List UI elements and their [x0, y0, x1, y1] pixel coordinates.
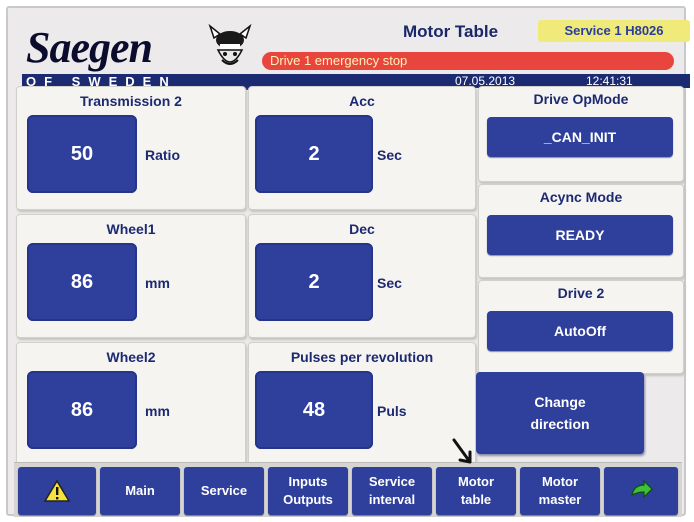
unit-label: mm [145, 403, 170, 419]
motor-table-label-line2: table [460, 492, 492, 507]
panel-transmission2: Transmission 2 50 Ratio [16, 86, 246, 210]
panel-title: Drive OpMode [533, 91, 629, 107]
warning-button[interactable] [18, 467, 96, 515]
panel-wheel1: Wheel1 86 mm [16, 214, 246, 338]
panel-acc: Acc 2 Sec [248, 86, 476, 210]
drive2-button[interactable]: AutoOff [487, 311, 673, 351]
dec-value-field[interactable]: 2 [255, 243, 373, 321]
mouse-pointer-icon [452, 438, 472, 464]
pulses-value-field[interactable]: 48 [255, 371, 373, 449]
unit-label: Sec [377, 147, 402, 163]
acc-value-field[interactable]: 2 [255, 115, 373, 193]
page-title: Motor Table [403, 22, 499, 41]
service-interval-button[interactable]: Service interval [352, 467, 432, 515]
panel-drive2: Drive 2 AutoOff [478, 280, 684, 374]
main-button[interactable]: Main [100, 467, 180, 515]
motor-table-button[interactable]: Motor table [436, 467, 516, 515]
change-direction-label-line2: direction [530, 416, 590, 432]
unit-label: Ratio [145, 147, 180, 163]
inputs-outputs-button[interactable]: Inputs Outputs [268, 467, 348, 515]
unit-label: Sec [377, 275, 402, 291]
panel-title: Wheel1 [106, 221, 156, 237]
drive-opmode-button[interactable]: _CAN_INIT [487, 117, 673, 157]
change-direction-button[interactable]: Change direction [476, 372, 644, 454]
panel-title: Dec [349, 221, 375, 237]
motor-master-label-line2: master [538, 492, 582, 507]
service-interval-label-line2: interval [368, 492, 416, 507]
logo-text: Saegen [26, 23, 153, 72]
panel-title: Pulses per revolution [290, 349, 434, 365]
bottom-toolbar: Main Service Inputs Outputs Service inte… [14, 462, 682, 517]
next-button[interactable] [604, 467, 678, 515]
company-logo: Saegen OF SWEDEN [22, 20, 258, 90]
wheel2-value-field[interactable]: 86 [27, 371, 137, 449]
service-interval-label-line1: Service [368, 474, 416, 489]
panel-dec: Dec 2 Sec [248, 214, 476, 338]
screen-frame: Saegen OF SWEDEN Motor Table Service 1 H… [6, 6, 690, 517]
warning-icon [44, 479, 70, 502]
viking-mascot-icon [208, 24, 252, 65]
inputs-outputs-label-line1: Inputs [288, 474, 328, 489]
motor-table-label-line1: Motor [457, 474, 495, 489]
transmission2-value-field[interactable]: 50 [27, 115, 137, 193]
inputs-outputs-label-line2: Outputs [283, 492, 333, 507]
panel-title: Drive 2 [557, 285, 605, 301]
panel-title: Transmission 2 [80, 93, 182, 109]
motor-master-label-line1: Motor [541, 474, 579, 489]
motor-master-button[interactable]: Motor master [520, 467, 600, 515]
panel-pulses: Pulses per revolution 48 Puls [248, 342, 476, 466]
change-direction-label-line1: Change [534, 394, 586, 410]
panel-wheel2: Wheel2 86 mm [16, 342, 246, 466]
unit-label: Puls [377, 403, 407, 419]
wheel1-value-field[interactable]: 86 [27, 243, 137, 321]
next-arrow-icon [631, 479, 653, 499]
service-badge[interactable]: Service 1 H8026 [538, 20, 690, 42]
unit-label: mm [145, 275, 170, 291]
alarm-message[interactable]: Drive 1 emergency stop [262, 52, 674, 70]
async-mode-button[interactable]: READY [487, 215, 673, 255]
panel-title: Wheel2 [106, 349, 156, 365]
panel-title: Acc [349, 93, 375, 109]
panel-async-mode: Acync Mode READY [478, 184, 684, 278]
panel-drive-opmode: Drive OpMode _CAN_INIT [478, 86, 684, 182]
service-button[interactable]: Service [184, 467, 264, 515]
panel-title: Acync Mode [539, 189, 623, 205]
